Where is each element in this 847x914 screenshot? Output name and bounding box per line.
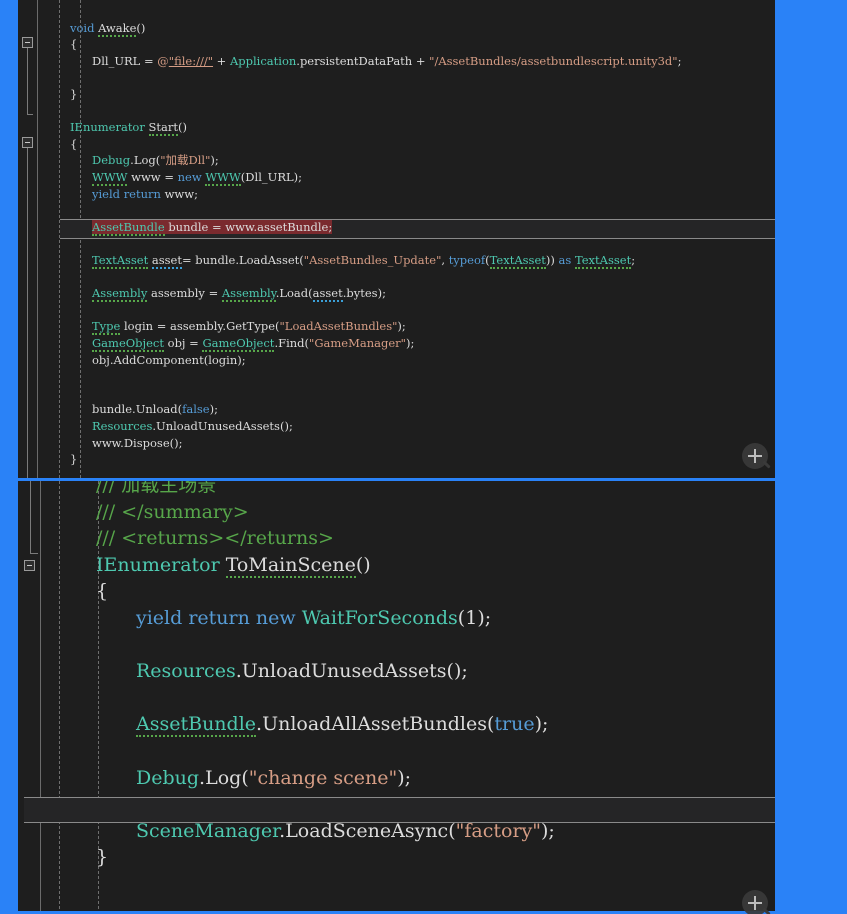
fold-line-awake: [27, 48, 28, 114]
fold-column-top: [37, 0, 38, 478]
code-line-text: IEnumerator Start(): [70, 120, 187, 137]
code-line-text: obj.AddComponent(login);: [92, 352, 246, 367]
code-line-text: /// 加载主场景: [96, 481, 217, 496]
code-line[interactable]: www.Dispose();: [92, 435, 183, 452]
code-editor-top-region[interactable]: void Awake(){Dll_URL = @"file:///" + App…: [18, 0, 775, 478]
code-line-text: yield return www;: [92, 186, 198, 201]
screenshot-root: void Awake(){Dll_URL = @"file:///" + App…: [0, 0, 847, 914]
code-line[interactable]: AssetBundle.UnloadAllAssetBundles(true);: [136, 711, 548, 738]
code-line-text: void Awake(): [70, 20, 146, 37]
code-line-text: bundle.Unload(false);: [92, 402, 218, 417]
code-line[interactable]: /// </summary>: [96, 499, 249, 526]
code-line[interactable]: IEnumerator ToMainScene(): [96, 552, 371, 579]
code-line-text: {: [96, 580, 109, 603]
code-line-text: /// </summary>: [96, 500, 249, 523]
code-line[interactable]: WWW www = new WWW(Dll_URL);: [92, 169, 302, 186]
code-line-text: }: [70, 452, 78, 467]
fold-column-bottom: [40, 481, 41, 914]
indent-guide-bottom-1: [59, 481, 60, 914]
code-line[interactable]: IEnumerator Start(): [70, 119, 187, 137]
code-line-text: IEnumerator ToMainScene(): [96, 553, 371, 578]
code-line[interactable]: AssetBundle bundle = www.assetBundle;: [92, 219, 333, 236]
code-line-text: }: [96, 846, 109, 869]
code-line-text: TextAsset asset= bundle.LoadAsset("Asset…: [92, 253, 636, 269]
code-line[interactable]: bundle.Unload(false);: [92, 401, 218, 418]
code-line-text: GameObject obj = GameObject.Find("GameMa…: [92, 336, 415, 352]
code-line[interactable]: {: [70, 136, 77, 153]
code-line[interactable]: void Awake(): [70, 20, 145, 37]
code-line-text: Debug.Log("加载Dll");: [92, 153, 219, 168]
code-line-text: SceneManager.LoadSceneAsync("factory");: [136, 819, 555, 842]
code-line[interactable]: Dll_URL = @"file:///" + Application.pers…: [92, 53, 681, 70]
code-line[interactable]: }: [70, 86, 77, 103]
code-line-text: Resources.UnloadUnusedAssets();: [136, 660, 468, 683]
code-line-text: {: [70, 136, 78, 151]
code-line[interactable]: Resources.UnloadUnusedAssets();: [136, 658, 468, 685]
code-line-text: Resources.UnloadUnusedAssets();: [92, 419, 293, 433]
code-line-text: Type login = assembly.GetType("LoadAsset…: [92, 319, 406, 336]
code-line[interactable]: /// <returns></returns>: [96, 525, 334, 552]
code-line[interactable]: {: [96, 578, 108, 605]
code-line-text: yield return new WaitForSeconds(1);: [136, 607, 492, 629]
code-line-text: /// <returns></returns>: [96, 527, 334, 550]
code-line[interactable]: yield return www;: [92, 186, 198, 203]
code-line-text: {: [70, 37, 78, 52]
fold-line-start: [27, 148, 28, 478]
zoom-in-magnifier-icon-bottom[interactable]: [742, 890, 776, 914]
fold-tail-bottom: [30, 553, 38, 554]
code-line[interactable]: }: [96, 844, 108, 871]
fold-tail-awake: [27, 114, 33, 115]
code-line[interactable]: Debug.Log("加载Dll");: [92, 152, 219, 169]
code-line[interactable]: GameObject obj = GameObject.Find("GameMa…: [92, 335, 414, 352]
code-line-text: Assembly assembly = Assembly.Load(asset.…: [92, 286, 386, 303]
code-line[interactable]: TextAsset asset= bundle.LoadAsset("Asset…: [92, 252, 635, 269]
plus-vertical-bar: [754, 449, 756, 463]
code-line[interactable]: Debug.Log("change scene");: [136, 765, 411, 792]
code-line-text: Dll_URL = @"file:///" + Application.pers…: [92, 53, 682, 68]
code-line[interactable]: yield return new WaitForSeconds(1);: [136, 605, 491, 632]
fold-line-bottom-top: [30, 481, 31, 553]
code-line[interactable]: Assembly assembly = Assembly.Load(asset.…: [92, 285, 386, 303]
plus-vertical-bar: [754, 896, 756, 910]
code-line-text: Debug.Log("change scene");: [136, 766, 412, 789]
fold-collapse-icon-start[interactable]: [22, 137, 33, 148]
code-line[interactable]: /// 加载主场景: [96, 481, 216, 499]
fold-collapse-icon-awake[interactable]: [22, 37, 33, 48]
code-line-text-error-highlight: AssetBundle bundle = www.assetBundle;: [92, 219, 333, 236]
code-line[interactable]: }: [70, 451, 77, 468]
code-line-text: www.Dispose();: [92, 435, 183, 450]
code-line[interactable]: obj.AddComponent(login);: [92, 352, 246, 369]
code-line[interactable]: Resources.UnloadUnusedAssets();: [92, 418, 293, 435]
code-line-text: WWW www = new WWW(Dll_URL);: [92, 170, 302, 186]
indent-guide-top-2: [80, 0, 81, 478]
magnifier-handle: [762, 460, 771, 469]
code-line-text: AssetBundle.UnloadAllAssetBundles(true);: [136, 713, 549, 738]
zoom-in-magnifier-icon-top[interactable]: [742, 443, 776, 477]
code-line-text: }: [70, 87, 78, 101]
code-line[interactable]: {: [70, 36, 77, 53]
code-editor-bottom-region[interactable]: /// 加载主场景 /// </summary> /// <returns></re…: [18, 481, 775, 914]
code-line[interactable]: Type login = assembly.GetType("LoadAsset…: [92, 318, 406, 336]
indent-guide-top-1: [59, 0, 60, 478]
fold-collapse-icon-tomainscene[interactable]: [24, 560, 35, 571]
code-line[interactable]: SceneManager.LoadSceneAsync("factory");: [136, 818, 555, 845]
